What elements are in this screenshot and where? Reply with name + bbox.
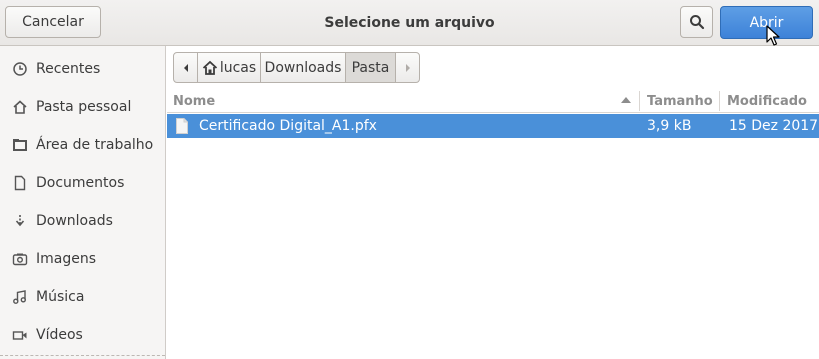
download-icon <box>12 213 28 229</box>
column-header-size[interactable]: Tamanho <box>647 89 723 113</box>
sidebar-item-label: Vídeos <box>36 327 83 343</box>
file-modified: 15 Dez 2017 <box>729 118 819 134</box>
sidebar-item-desktop[interactable]: Área de trabalho <box>0 126 165 164</box>
sidebar-item-label: Área de trabalho <box>36 137 154 153</box>
path-crumb-current[interactable]: Pasta <box>345 52 396 83</box>
path-crumb-label: lucas <box>219 59 257 76</box>
sidebar-item-videos[interactable]: Vídeos <box>0 316 165 354</box>
mouse-cursor-icon <box>766 25 780 46</box>
home-icon <box>12 99 28 115</box>
column-header-modified[interactable]: Modificado <box>727 89 819 113</box>
header-bar: Cancelar Selecione um arquivo Abrir <box>0 0 819 46</box>
path-crumb-label: Downloads <box>264 59 342 76</box>
path-back-button[interactable] <box>173 52 198 83</box>
file-list: Nome Tamanho Modificado Certificado Digi… <box>167 89 819 359</box>
file-icon <box>175 114 189 138</box>
cancel-button[interactable]: Cancelar <box>5 6 101 38</box>
column-separator <box>719 91 720 111</box>
sidebar-item-label: Imagens <box>36 251 97 267</box>
file-size: 3,9 kB <box>647 118 692 134</box>
sort-ascending-icon <box>621 97 631 103</box>
places-sidebar: Recentes Pasta pessoal Área de trabalho … <box>0 46 166 359</box>
sidebar-item-pictures[interactable]: Imagens <box>0 240 165 278</box>
path-bar: lucas Downloads Pasta <box>173 52 420 83</box>
sidebar-item-label: Pasta pessoal <box>36 99 132 115</box>
path-forward-button[interactable] <box>395 52 420 83</box>
sidebar-item-music[interactable]: Música <box>0 278 165 316</box>
camera-icon <box>12 251 28 267</box>
column-separator <box>639 91 640 111</box>
search-icon <box>689 15 704 30</box>
chevron-left-icon <box>183 63 188 72</box>
sidebar-item-label: Música <box>36 289 85 305</box>
file-name: Certificado Digital_A1.pfx <box>199 118 377 134</box>
document-icon <box>12 175 28 191</box>
sidebar-item-label: Recentes <box>36 61 101 77</box>
path-crumb-label: Pasta <box>351 59 390 76</box>
list-header: Nome Tamanho Modificado <box>167 89 819 113</box>
file-row[interactable]: Certificado Digital_A1.pfx 3,9 kB 15 Dez… <box>167 114 819 138</box>
sidebar-item-documents[interactable]: Documentos <box>0 164 165 202</box>
sidebar-divider <box>0 355 165 359</box>
path-crumb-downloads[interactable]: Downloads <box>260 52 346 83</box>
column-header-name[interactable]: Nome <box>173 89 637 113</box>
sidebar-item-label: Downloads <box>36 213 113 229</box>
sidebar-item-home[interactable]: Pasta pessoal <box>0 88 165 126</box>
music-icon <box>12 289 28 305</box>
sidebar-item-recent[interactable]: Recentes <box>0 50 165 88</box>
video-icon <box>12 327 28 343</box>
clock-icon <box>12 61 28 77</box>
path-crumb-home[interactable]: lucas <box>197 52 261 83</box>
chevron-right-icon <box>405 63 410 72</box>
sidebar-item-downloads[interactable]: Downloads <box>0 202 165 240</box>
sidebar-item-label: Documentos <box>36 175 125 191</box>
desktop-folder-icon <box>12 137 28 153</box>
search-button[interactable] <box>680 6 713 38</box>
home-icon <box>202 60 217 75</box>
